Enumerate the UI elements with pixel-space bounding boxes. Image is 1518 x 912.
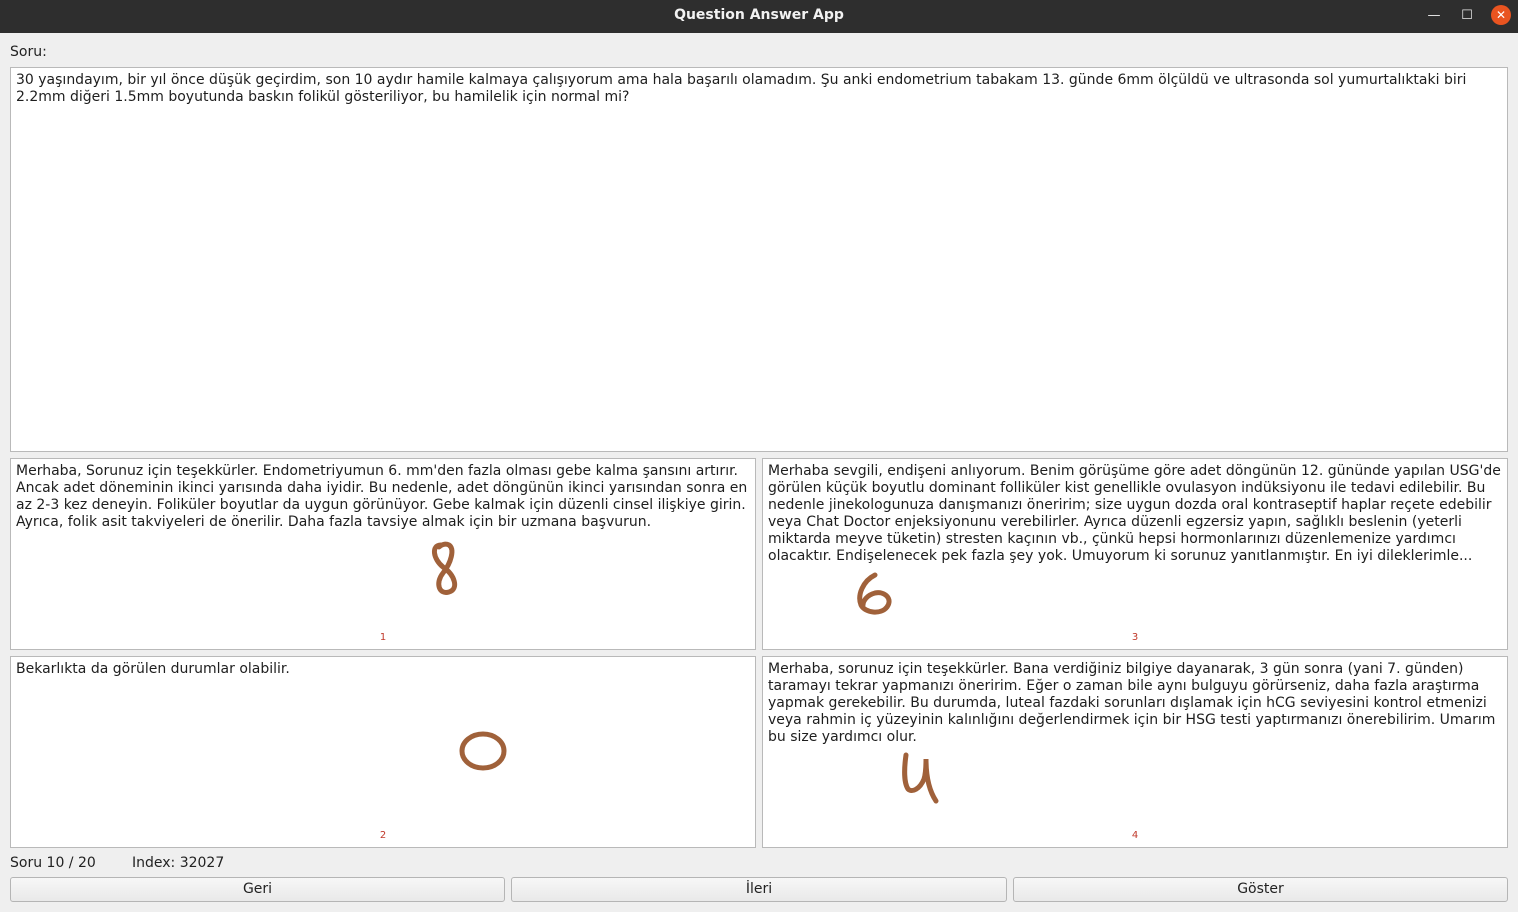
handwritten-score-6-icon [857, 572, 892, 615]
show-button[interactable]: Göster [1013, 877, 1508, 902]
answer-number-3: 3 [1131, 632, 1139, 643]
handwritten-score-0-icon [459, 731, 507, 771]
question-textbox[interactable]: 30 yaşındayım, bir yıl önce düşük geçird… [10, 67, 1508, 452]
question-index: Index: 32027 [132, 855, 225, 871]
minimize-icon[interactable]: — [1424, 6, 1444, 26]
answer-box-4[interactable]: Merhaba, sorunuz için teşekkürler. Bana … [762, 656, 1508, 848]
answer-text-1: Merhaba, Sorunuz için teşekkürler. Endom… [16, 463, 748, 530]
answer-box-1[interactable]: Merhaba, Sorunuz için teşekkürler. Endom… [10, 458, 756, 650]
answer-number-2: 2 [379, 830, 387, 841]
answer-box-3[interactable]: Merhaba sevgili, endişeni anlıyorum. Ben… [762, 458, 1508, 650]
back-button[interactable]: Geri [10, 877, 505, 902]
answer-text-4: Merhaba, sorunuz için teşekkürler. Bana … [768, 661, 1496, 745]
answer-number-1: 1 [379, 632, 387, 643]
maximize-icon[interactable]: ☐ [1457, 6, 1477, 26]
answer-text-2: Bekarlıkta da görülen durumlar olabilir. [16, 661, 290, 677]
handwritten-score-8-icon [432, 541, 458, 595]
handwritten-score-4-icon [902, 752, 939, 804]
next-button[interactable]: İleri [511, 877, 1007, 902]
answer-box-2[interactable]: Bekarlıkta da görülen durumlar olabilir.… [10, 656, 756, 848]
question-label: Soru: [10, 44, 47, 60]
window-titlebar: Question Answer App — ☐ ✕ [0, 0, 1518, 33]
answer-text-3: Merhaba sevgili, endişeni anlıyorum. Ben… [768, 463, 1501, 564]
question-counter: Soru 10 / 20 [10, 855, 96, 871]
answer-number-4: 4 [1131, 830, 1139, 841]
window-title: Question Answer App [674, 7, 844, 23]
close-icon[interactable]: ✕ [1491, 5, 1511, 25]
